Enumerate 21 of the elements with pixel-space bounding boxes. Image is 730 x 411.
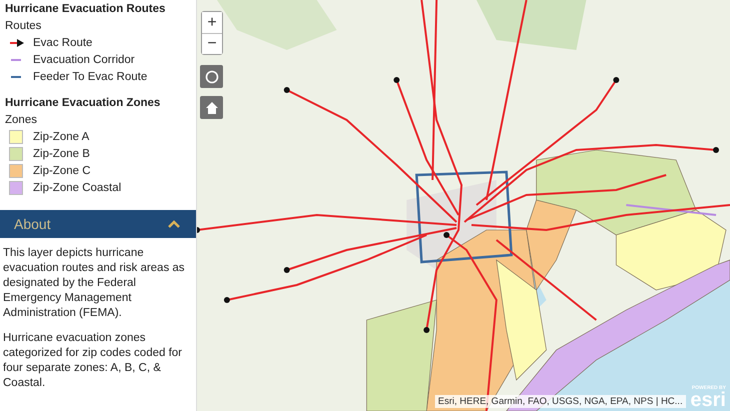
locate-button[interactable] <box>200 65 223 88</box>
locate-icon <box>204 70 218 84</box>
attribution-text: Esri, HERE, Garmin, FAO, USGS, NGA, EPA, NPS | HC... <box>435 395 686 408</box>
home-button[interactable] <box>200 96 223 119</box>
legend-label: Zip-Zone C <box>33 164 91 176</box>
legend-heading: Routes <box>5 20 42 32</box>
about-header[interactable]: About <box>0 210 196 238</box>
legend-label: Zip-Zone A <box>33 130 90 142</box>
legend-label: Zip-Zone Coastal <box>33 182 122 194</box>
legend-label: Evacuation Corridor <box>33 54 135 66</box>
chevron-icon <box>168 220 180 228</box>
legend-heading: Zones <box>5 114 38 126</box>
about-paragraph: This layer depicts hurricane evacuation routes and risk areas as designated by the Federal Emergency Management Administration (FEMA). <box>3 246 186 321</box>
zoom-out-button[interactable]: − <box>202 33 222 54</box>
legend-label: Zip-Zone B <box>33 148 90 160</box>
legend-title: Hurricane Evacuation Zones <box>5 97 162 109</box>
about-paragraph: Hurricane evacuation zones categorized for zip codes coded for four separate zones: A, B, C, & Coastal. <box>3 330 183 390</box>
home-icon <box>204 100 218 114</box>
legend-label: Feeder To Evac Route <box>33 70 148 82</box>
legend-title: Hurricane Evacuation Routes <box>5 3 166 15</box>
legend-label: Evac Route <box>33 36 92 48</box>
